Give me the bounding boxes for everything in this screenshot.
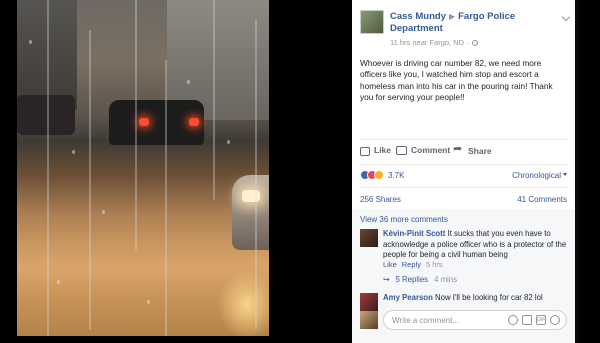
divider bbox=[360, 164, 567, 165]
photo-headlight bbox=[242, 190, 260, 202]
post-stats: 256 Shares 41 Comments bbox=[360, 195, 567, 204]
rain-streak bbox=[135, 0, 137, 250]
replies-count: 5 Replies bbox=[395, 275, 429, 284]
share-label: Share bbox=[468, 145, 492, 156]
photo-taillight bbox=[189, 118, 199, 126]
replies-time: 4 mins bbox=[434, 275, 458, 284]
photo-car-right bbox=[232, 175, 269, 250]
scrollbar[interactable] bbox=[575, 0, 579, 343]
comment-time[interactable]: 5 hrs bbox=[426, 260, 443, 269]
comment-text: Now I'll be looking for car 82 lol bbox=[435, 293, 543, 302]
wow-reaction-icon[interactable] bbox=[374, 170, 384, 180]
photo-car-left bbox=[17, 95, 75, 135]
comment-sort-dropdown[interactable]: Chronological bbox=[512, 171, 567, 180]
rain-streak bbox=[255, 20, 257, 330]
comment-button[interactable]: Comment bbox=[396, 145, 450, 155]
share-button[interactable]: Share bbox=[453, 142, 492, 156]
post-header: Cass Mundy ▶ Fargo Police Department 11 hr… bbox=[360, 8, 571, 48]
post-author-line: Cass Mundy ▶ Fargo Police Department bbox=[390, 11, 570, 35]
comments-section: View 36 more comments Kèvin-Pinit Scott … bbox=[352, 209, 575, 343]
comment-input-placeholder: Write a comment... bbox=[392, 316, 459, 325]
comment-reply-link[interactable]: Reply bbox=[402, 260, 421, 269]
like-button[interactable]: Like bbox=[360, 145, 392, 156]
post-actions: Like Comment Share bbox=[360, 142, 567, 159]
reactions-row: 3.7K Chronological bbox=[360, 170, 567, 182]
photo-viewer: Cass Mundy ▶ Fargo Police Department 11 hr… bbox=[0, 0, 600, 343]
like-label: Like bbox=[374, 145, 392, 155]
rain-streak bbox=[89, 30, 91, 330]
thumbs-up-icon bbox=[360, 146, 370, 156]
post-panel: Cass Mundy ▶ Fargo Police Department 11 hr… bbox=[352, 0, 575, 343]
commenter-avatar[interactable] bbox=[360, 229, 378, 247]
gif-icon[interactable]: GIF bbox=[536, 315, 546, 325]
globe-icon bbox=[471, 40, 478, 46]
rain-drop bbox=[29, 40, 32, 44]
emoji-icon[interactable] bbox=[508, 315, 518, 325]
divider bbox=[360, 187, 567, 188]
comment-like-link[interactable]: Like bbox=[383, 260, 397, 269]
current-user-avatar bbox=[360, 311, 378, 329]
post-photo[interactable] bbox=[17, 0, 269, 336]
rain-drop bbox=[102, 210, 105, 214]
commenter-name[interactable]: Kèvin-Pinit Scott bbox=[383, 229, 445, 238]
rain-drop bbox=[57, 280, 60, 284]
commenter-avatar[interactable] bbox=[360, 293, 378, 311]
shares-count[interactable]: 256 Shares bbox=[360, 195, 401, 204]
rain-streak bbox=[47, 0, 49, 336]
divider bbox=[360, 139, 567, 140]
post-meta: 11 hrs near Fargo, ND · bbox=[390, 38, 478, 47]
author-name-link[interactable]: Cass Mundy bbox=[390, 11, 446, 22]
rain-drop bbox=[147, 300, 150, 304]
commenter-name[interactable]: Amy Pearson bbox=[383, 293, 433, 302]
view-replies-link[interactable]: ↪ 5 Replies 4 mins bbox=[383, 275, 457, 284]
arrow-right-icon: ▶ bbox=[448, 12, 456, 21]
reaction-count[interactable]: 3.7K bbox=[388, 171, 404, 180]
comments-count[interactable]: 41 Comments bbox=[517, 195, 567, 204]
reply-arrow-icon: ↪ bbox=[383, 275, 390, 284]
caret-down-icon bbox=[563, 173, 567, 176]
author-avatar[interactable] bbox=[360, 10, 384, 34]
photo-taillight bbox=[139, 118, 149, 126]
post-text: Whoever is driving car number 82, we nee… bbox=[360, 58, 553, 103]
rain-drop bbox=[187, 80, 190, 84]
rain-drop bbox=[227, 140, 230, 144]
photo-glare bbox=[217, 270, 269, 336]
sticker-icon[interactable] bbox=[550, 315, 560, 325]
post-timestamp[interactable]: 11 hrs near Fargo, ND · bbox=[390, 38, 469, 47]
comment-input[interactable]: Write a comment... GIF bbox=[383, 310, 567, 330]
comment-body: Amy Pearson Now I'll be looking for car … bbox=[383, 293, 567, 304]
comment-label: Comment bbox=[411, 145, 451, 155]
comment-composer: Write a comment... GIF bbox=[360, 310, 567, 330]
comment-body: Kèvin-Pinit Scott It sucks that you even… bbox=[383, 229, 567, 261]
rain-drop bbox=[72, 150, 75, 154]
view-more-comments[interactable]: View 36 more comments bbox=[360, 215, 448, 224]
sort-label: Chronological bbox=[512, 171, 561, 180]
share-arrow-icon bbox=[453, 142, 464, 156]
comment-actions: Like Reply 5 hrs bbox=[383, 260, 448, 269]
speech-bubble-icon bbox=[396, 145, 407, 155]
composer-icons: GIF bbox=[508, 315, 560, 325]
rain-streak bbox=[165, 60, 167, 336]
camera-icon[interactable] bbox=[522, 315, 532, 325]
rain-streak bbox=[213, 0, 215, 200]
